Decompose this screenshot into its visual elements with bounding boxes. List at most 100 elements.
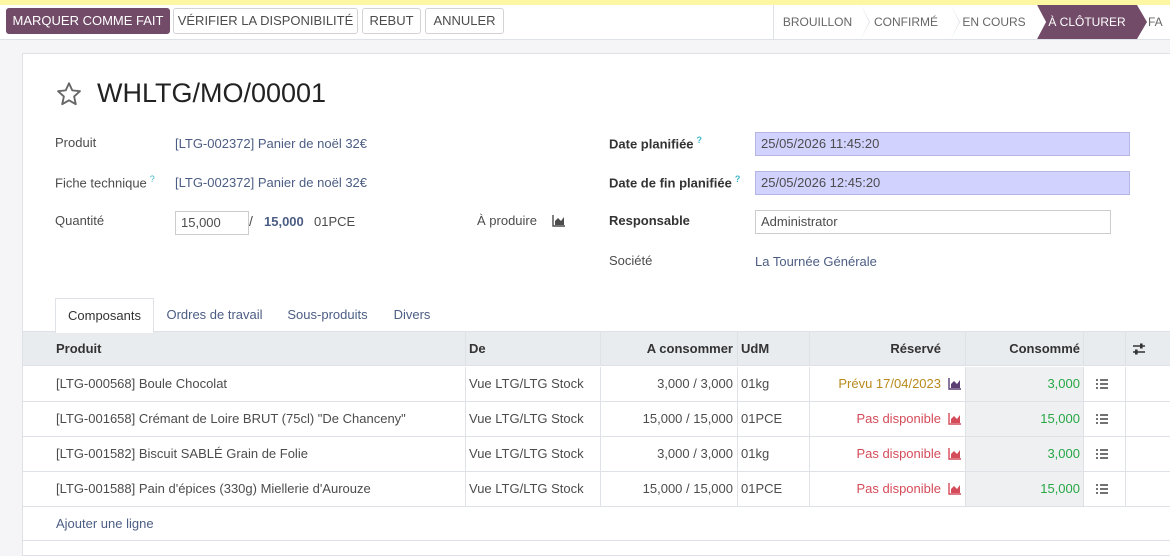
column-divider — [809, 437, 810, 471]
row-to-consume[interactable]: 15,000 / 15,000 — [601, 472, 733, 506]
status-bar: BROUILLON CONFIRMÉ EN COURS À CLÔTURER F… — [773, 5, 1170, 39]
column-divider — [737, 402, 738, 436]
row-product[interactable]: [LTG-001588] Pain d'épices (330g) Mielle… — [56, 472, 371, 506]
col-uom[interactable]: UdM — [741, 332, 769, 366]
company-link[interactable]: La Tournée Générale — [755, 254, 877, 269]
row-consumed[interactable]: 15,000 — [967, 472, 1080, 506]
tab-misc[interactable]: Divers — [381, 298, 443, 332]
sliders-icon[interactable] — [1132, 342, 1146, 356]
quantity-uom: 01PCE — [314, 214, 356, 229]
area-chart-icon[interactable] — [948, 447, 962, 460]
product-link[interactable]: [LTG-002372] Panier de noël 32€ — [175, 136, 367, 151]
row-product[interactable]: [LTG-000568] Boule Chocolat — [56, 367, 227, 401]
column-divider — [1083, 437, 1084, 471]
row-consumed[interactable]: 3,000 — [967, 437, 1080, 471]
column-divider — [1125, 332, 1126, 366]
col-consumed[interactable]: Consommé — [967, 332, 1080, 366]
cancel-button[interactable]: ANNULER — [425, 8, 504, 34]
tab-work-orders[interactable]: Ordres de travail — [156, 298, 273, 332]
product-label: Produit — [55, 135, 97, 150]
row-uom[interactable]: 01PCE — [741, 402, 782, 436]
row-reserved-status: Prévu 17/04/2023 — [838, 376, 941, 391]
quantity-produced: 15,000 — [264, 214, 304, 229]
column-divider — [809, 402, 810, 436]
stage-to-close[interactable]: À CLÔTURER — [1037, 5, 1147, 39]
row-from[interactable]: Vue LTG/LTG Stock — [469, 472, 584, 506]
row-from[interactable]: Vue LTG/LTG Stock — [469, 402, 584, 436]
scrap-button[interactable]: REBUT — [362, 8, 421, 34]
date-end-input[interactable]: 25/05/2026 12:45:20 — [755, 171, 1130, 195]
col-reserved[interactable]: Réservé — [811, 332, 941, 366]
stage-in-progress[interactable]: EN COURS — [951, 5, 1046, 39]
column-divider — [965, 402, 966, 436]
col-from[interactable]: De — [469, 332, 486, 366]
col-to-consume[interactable]: A consommer — [601, 332, 733, 366]
column-divider — [1125, 402, 1126, 436]
tab-components[interactable]: Composants — [55, 298, 154, 333]
column-divider — [465, 472, 466, 506]
help-tooltip-icon[interactable]: ? — [697, 135, 703, 145]
row-reserved-status: Pas disponible — [856, 446, 941, 461]
date-planned-label: Date planifiée? — [609, 135, 703, 152]
mark-done-button[interactable]: MARQUER COMME FAIT — [6, 8, 170, 34]
quantity-input[interactable]: 15,000 — [175, 211, 249, 235]
area-chart-icon[interactable] — [552, 214, 566, 227]
column-divider — [1125, 437, 1126, 471]
list-icon[interactable] — [1095, 378, 1109, 390]
help-tooltip-icon[interactable]: ? — [735, 174, 741, 184]
column-divider — [737, 367, 738, 401]
area-chart-icon[interactable] — [948, 482, 962, 495]
column-divider — [1125, 367, 1126, 401]
column-divider — [465, 367, 466, 401]
row-consumed[interactable]: 3,000 — [967, 367, 1080, 401]
column-divider — [965, 332, 966, 366]
stage-done[interactable]: FA — [1148, 5, 1170, 39]
column-divider — [1125, 472, 1126, 506]
column-divider — [737, 437, 738, 471]
responsible-input[interactable]: Administrator — [755, 210, 1111, 234]
star-outline-icon[interactable] — [55, 80, 83, 108]
column-divider — [965, 472, 966, 506]
area-chart-icon[interactable] — [948, 412, 962, 425]
tab-byproducts[interactable]: Sous-produits — [276, 298, 379, 332]
row-consumed[interactable]: 15,000 — [967, 402, 1080, 436]
row-reserved-status: Pas disponible — [856, 411, 941, 426]
list-icon[interactable] — [1095, 483, 1109, 495]
area-chart-icon[interactable] — [948, 377, 962, 390]
row-to-consume[interactable]: 3,000 / 3,000 — [601, 437, 733, 471]
check-availability-button[interactable]: VÉRIFIER LA DISPONIBILITÉ — [173, 8, 358, 34]
row-uom[interactable]: 01PCE — [741, 472, 782, 506]
help-tooltip-icon[interactable]: ? — [150, 174, 155, 184]
row-from[interactable]: Vue LTG/LTG Stock — [469, 437, 584, 471]
column-divider — [600, 402, 601, 436]
row-uom[interactable]: 01kg — [741, 367, 769, 401]
column-divider — [737, 332, 738, 366]
date-planned-input[interactable]: 25/05/2026 11:45:20 — [755, 132, 1130, 156]
list-icon[interactable] — [1095, 413, 1109, 425]
table-row[interactable]: [LTG-001588] Pain d'épices (330g) Mielle… — [23, 472, 1170, 507]
add-line-link[interactable]: Ajouter une ligne — [56, 516, 154, 531]
quantity-separator: / — [249, 213, 253, 229]
add-line-row — [23, 507, 1170, 541]
column-divider — [809, 472, 810, 506]
bom-link[interactable]: [LTG-002372] Panier de noël 32€ — [175, 175, 367, 190]
column-divider — [1083, 332, 1084, 366]
col-product[interactable]: Produit — [56, 332, 102, 366]
column-divider — [465, 402, 466, 436]
column-divider — [465, 437, 466, 471]
column-divider — [1083, 402, 1084, 436]
column-divider — [965, 437, 966, 471]
row-from[interactable]: Vue LTG/LTG Stock — [469, 367, 584, 401]
row-to-consume[interactable]: 15,000 / 15,000 — [601, 402, 733, 436]
table-row[interactable]: [LTG-000568] Boule Chocolat Vue LTG/LTG … — [23, 367, 1170, 402]
stage-confirmed[interactable]: CONFIRMÉ — [861, 5, 960, 39]
row-product[interactable]: [LTG-001582] Biscuit SABLÉ Grain de Foli… — [56, 437, 308, 471]
stage-draft[interactable]: BROUILLON — [774, 5, 870, 39]
table-row[interactable]: [LTG-001582] Biscuit SABLÉ Grain de Foli… — [23, 437, 1170, 472]
row-to-consume[interactable]: 3,000 / 3,000 — [601, 367, 733, 401]
row-product[interactable]: [LTG-001658] Crémant de Loire BRUT (75cl… — [56, 402, 406, 436]
row-uom[interactable]: 01kg — [741, 437, 769, 471]
column-divider — [1083, 367, 1084, 401]
table-row[interactable]: [LTG-001658] Crémant de Loire BRUT (75cl… — [23, 402, 1170, 437]
list-icon[interactable] — [1095, 448, 1109, 460]
